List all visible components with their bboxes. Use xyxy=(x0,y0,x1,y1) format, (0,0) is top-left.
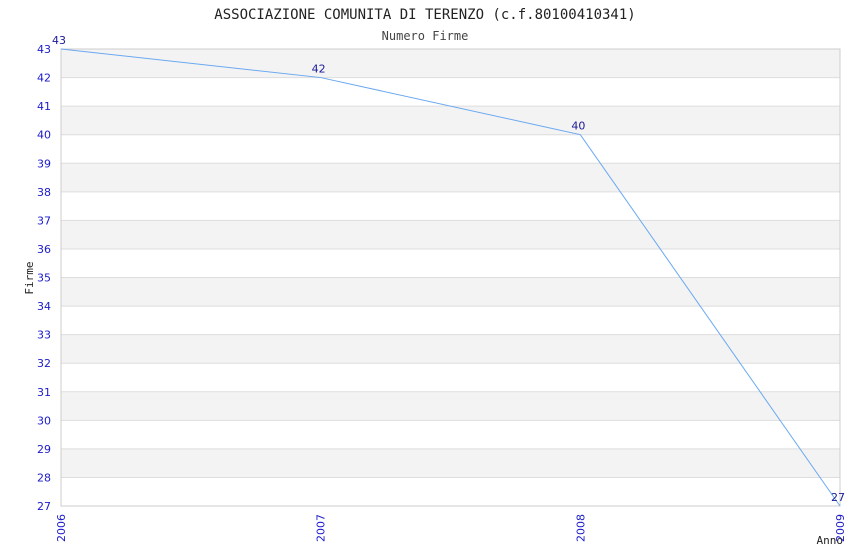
y-tick-label: 36 xyxy=(37,243,51,256)
x-tick-label: 2008 xyxy=(574,514,587,542)
y-tick-label: 43 xyxy=(37,43,51,56)
y-tick-label: 35 xyxy=(37,272,51,285)
plot-band xyxy=(61,277,840,307)
y-tick-label: 37 xyxy=(37,214,51,227)
line-chart: ASSOCIAZIONE COMUNITA DI TERENZO (c.f.80… xyxy=(23,7,847,547)
plot-band xyxy=(61,448,840,478)
data-label: 43 xyxy=(52,34,66,47)
y-tick-label: 38 xyxy=(37,186,51,199)
data-label: 40 xyxy=(571,120,585,133)
y-axis-title: Firme xyxy=(23,261,36,294)
y-axis-ticks: 27 28 29 30 31 32 33 34 35 36 37 38 39 40 41 42 43 xyxy=(37,43,51,513)
chart-title: ASSOCIAZIONE COMUNITA DI TERENZO (c.f.80… xyxy=(214,7,635,23)
plot-band xyxy=(61,477,840,506)
plot-band xyxy=(61,163,840,192)
x-axis-title: Anno xyxy=(817,534,844,547)
x-axis-ticks: 2006 2007 2008 2009 xyxy=(55,514,847,542)
plot-band xyxy=(61,49,840,78)
plot-band xyxy=(61,77,840,107)
y-tick-label: 27 xyxy=(37,500,51,513)
y-tick-label: 33 xyxy=(37,329,51,342)
y-tick-label: 34 xyxy=(37,300,51,313)
y-tick-label: 39 xyxy=(37,157,51,170)
chart-subtitle: Numero Firme xyxy=(382,29,469,43)
plot-band xyxy=(61,363,840,392)
y-tick-label: 31 xyxy=(37,386,51,399)
data-label: 42 xyxy=(312,63,326,76)
x-tick-label: 2007 xyxy=(315,514,328,542)
data-label: 27 xyxy=(831,491,845,504)
x-tick-label: 2006 xyxy=(55,514,68,542)
y-tick-label: 42 xyxy=(37,72,51,85)
plot-band xyxy=(61,306,840,335)
plot-band xyxy=(61,134,840,164)
plot-band xyxy=(61,191,840,221)
y-tick-label: 32 xyxy=(37,357,51,370)
plot-band xyxy=(61,391,840,421)
y-tick-label: 41 xyxy=(37,100,51,113)
plot-band xyxy=(61,106,840,135)
y-tick-label: 30 xyxy=(37,414,51,427)
plot-band xyxy=(61,220,840,249)
y-tick-label: 40 xyxy=(37,129,51,142)
y-tick-label: 29 xyxy=(37,443,51,456)
plot-band xyxy=(61,248,840,278)
plot-band xyxy=(61,420,840,449)
y-tick-label: 28 xyxy=(37,471,51,484)
